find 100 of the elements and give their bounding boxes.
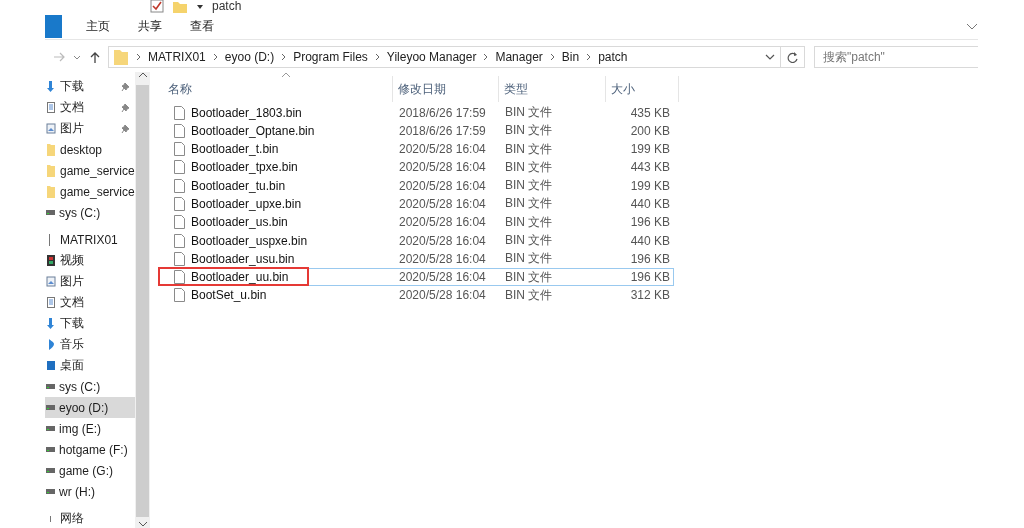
sidebar-item[interactable]: 图片 [45,271,135,292]
sidebar-item[interactable]: 网络 [45,508,135,528]
file-row[interactable]: Bootloader_tu.bin 2020/5/28 16:04 BIN 文件 199 KB [158,176,674,195]
table-cell-text: BIN 文件 [504,286,554,304]
table-cell-text: BIN 文件 [504,104,554,121]
table-cell-text: 312 KB [629,288,671,303]
breadcrumb[interactable]: Yileyoo Manager [386,50,477,64]
file-name: Bootloader_us.bin [191,215,288,230]
sidebar-item[interactable]: 音乐 [45,334,135,355]
file-name: Bootloader_tpxe.bin [191,160,298,175]
scroll-down-icon [137,521,148,528]
table-cell-text: 440 KB [629,197,671,211]
forward-arrow-icon[interactable] [53,51,65,63]
search-field[interactable]: 搜索"patch" [814,46,978,68]
file-row[interactable]: Bootloader_t.bin 2020/5/28 16:04 BIN 文件 199 KB [158,139,674,158]
caret-icon[interactable] [73,53,81,61]
folder-icon [46,185,56,198]
ribbon-tab[interactable]: 主页 [72,14,124,39]
folder-icon [46,164,56,177]
drive-icon [46,210,55,215]
sidebar-item[interactable]: 视频 [45,250,135,271]
folder-icon [113,48,129,66]
table-cell-text: 2020/5/28 16:04 [398,233,487,248]
pictures-icon [46,122,56,135]
ribbon-tab[interactable]: 查看 [176,14,228,39]
sidebar-item[interactable]: eyoo (D:) [45,397,135,418]
breadcrumb[interactable]: MATRIX01 [148,50,206,64]
file-row[interactable]: Bootloader_usu.bin 2020/5/28 16:04 BIN 文件 196 KB [158,249,674,268]
drive-icon [46,384,55,389]
desktop-icon [46,359,56,372]
file-row[interactable]: Bootloader_us.bin 2020/5/28 16:04 BIN 文件 196 KB [158,212,674,232]
video-icon [46,254,56,267]
chevron-icon [136,53,141,61]
breadcrumb[interactable]: Manager [495,50,543,64]
file-row[interactable]: Bootloader_1803.bin 2018/6/26 17:59 BIN 文件 435 KB [158,103,674,122]
file-row[interactable]: BootSet_u.bin 2020/5/28 16:04 BIN 文件 312 KB [158,285,674,305]
table-cell-text: 200 KB [629,123,671,138]
file-icon [173,250,186,267]
table-cell-text: BIN 文件 [504,250,554,268]
sidebar-item[interactable]: wr (H:) [45,481,135,502]
sidebar-item[interactable]: 文档 [45,97,135,118]
ribbon-tab[interactable]: 共享 [124,14,176,39]
sidebar-item[interactable]: 下载 [45,313,135,334]
table-cell-text: BIN 文件 [504,213,554,231]
file-icon [173,141,186,158]
file-row[interactable]: Bootloader_upxe.bin 2020/5/28 16:04 BIN 文件 440 KB [158,194,674,213]
music-icon [46,338,56,351]
table-cell-text: 199 KB [629,142,671,157]
table-cell-text: 196 KB [629,215,671,230]
sidebar-item[interactable]: game_service [45,181,135,202]
sidebar-item[interactable]: 桌面 [45,355,135,376]
docs-icon [46,101,56,114]
sidebar-item[interactable]: hotgame (F:) [45,439,135,460]
column-header[interactable]: 名称 [163,76,393,102]
sidebar-item[interactable]: img (E:) [45,418,135,439]
chevron-icon [586,53,592,61]
table-cell-text: 2020/5/28 16:04 [398,160,487,175]
sidebar-item[interactable]: 图片 [45,118,135,139]
file-row[interactable]: Bootloader_Optane.bin 2018/6/26 17:59 BIN 文件 200 KB [158,121,674,140]
column-header[interactable]: 大小 [606,76,679,102]
file-icon [173,177,186,194]
file-row[interactable]: Bootloader_uspxe.bin 2020/5/28 16:04 BIN 文件 440 KB [158,231,674,250]
caret-icon [196,2,204,10]
sidebar-item[interactable]: MATRIX01 [45,229,135,250]
breadcrumb[interactable]: patch [598,50,628,64]
file-name: Bootloader_t.bin [191,142,279,157]
breadcrumb[interactable]: Program Files [293,50,368,64]
breadcrumb[interactable]: Bin [561,50,580,64]
sidebar-item[interactable]: sys (C:) [45,376,135,397]
table-cell-text: 2020/5/28 16:04 [398,142,487,157]
breadcrumb[interactable]: eyoo (D:) [224,50,275,64]
table-cell-text: BIN 文件 [504,232,554,250]
sidebar-item[interactable]: 下载 [45,76,135,97]
docs-icon [46,296,56,309]
table-cell-text: 435 KB [629,105,671,120]
table-cell-text: BIN 文件 [504,177,554,195]
sidebar-item[interactable]: desktop [45,139,135,160]
file-icon [173,104,186,121]
sidebar-item[interactable]: 文档 [45,292,135,313]
dropdown-icon[interactable] [765,53,775,61]
chevron-icon [374,53,380,61]
drive-icon [46,405,55,410]
up-arrow-icon[interactable] [89,50,101,64]
file-row[interactable]: Bootloader_uu.bin 2020/5/28 16:04 BIN 文件 196 KB [158,267,674,286]
sidebar-item[interactable]: game_service [45,160,135,181]
table-cell-text: 199 KB [629,178,671,193]
column-header[interactable]: 类型 [499,76,606,102]
column-header[interactable]: 修改日期 [393,76,499,102]
file-row[interactable]: Bootloader_tpxe.bin 2020/5/28 16:04 BIN 文件 443 KB [158,157,674,177]
sidebar-item[interactable]: game (G:) [45,460,135,481]
download-icon [46,80,56,93]
sidebar-item[interactable]: sys (C:) [45,202,135,223]
refresh-icon[interactable] [786,50,799,64]
scrollbar[interactable] [135,72,150,528]
file-icon [173,287,186,304]
file-name: Bootloader_uu.bin [191,270,289,285]
table-cell-text: 2020/5/28 16:04 [398,215,487,230]
sort-icon [281,72,291,78]
file-name: Bootloader_usu.bin [191,251,295,266]
chevron-icon [483,53,489,61]
